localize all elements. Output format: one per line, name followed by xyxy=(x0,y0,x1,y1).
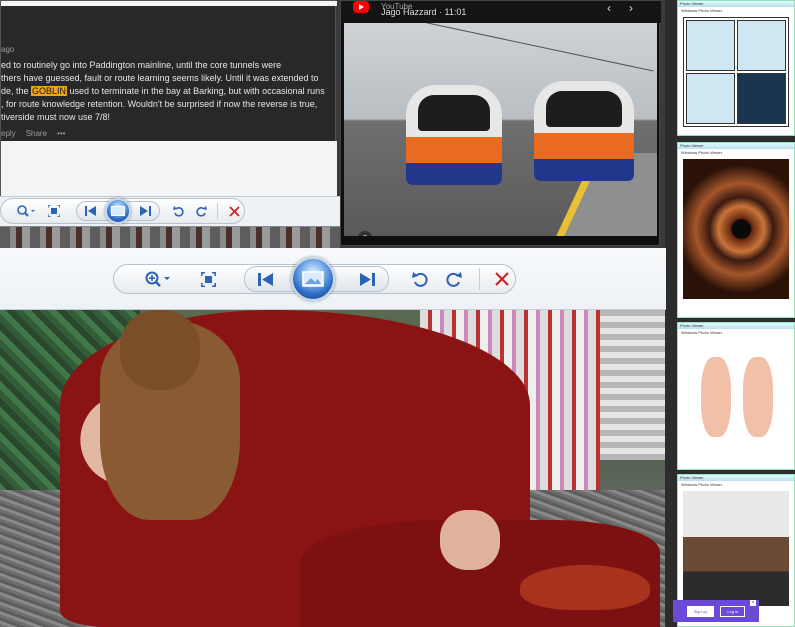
comment-text: ed to routinely go into Paddington mainl… xyxy=(1,59,331,124)
slideshow-icon[interactable] xyxy=(105,198,132,224)
comment-window-footer xyxy=(1,141,337,197)
overhead-wire xyxy=(347,23,654,72)
youtube-header: YouTube Jago Hazzard · 11:01 ‹› xyxy=(341,1,661,23)
video-frame[interactable]: ◎ xyxy=(344,23,657,236)
channel-name: Jago Hazzard xyxy=(381,7,437,17)
slideshow-icon[interactable] xyxy=(291,257,335,301)
channel-info: Jago Hazzard · 11:01 xyxy=(381,7,467,17)
next-arrow-icon[interactable]: › xyxy=(629,1,651,15)
bedroom-image xyxy=(683,491,789,606)
rotate-ccw-icon[interactable] xyxy=(168,199,190,223)
comment-line-4: , for route knowledge retention. Wouldn'… xyxy=(1,99,318,109)
thumbnail-comic[interactable]: Photo Viewer Windows Photo Viewer xyxy=(677,0,795,136)
main-photo xyxy=(0,310,665,627)
reply-button[interactable]: eply xyxy=(1,129,16,138)
train-right xyxy=(534,81,634,181)
thumbnail-caption: Windows Photo Viewer xyxy=(681,482,723,487)
youtube-window: YouTube Jago Hazzard · 11:01 ‹› ◎ xyxy=(340,0,661,246)
next-icon[interactable] xyxy=(135,202,155,220)
comment-actions: eply Share ••• xyxy=(1,129,65,138)
comment-line-3-start: de, the xyxy=(1,86,32,96)
comment-line-5: tiverside must now use 7/8! xyxy=(1,112,111,122)
close-icon[interactable]: × xyxy=(750,600,756,606)
navigation-group xyxy=(76,198,161,224)
desktop: Photo Viewer Windows Photo Viewer Photo … xyxy=(0,0,795,627)
dachshund-head xyxy=(120,310,200,390)
vortex-image xyxy=(683,159,789,299)
signup-button[interactable]: Sign up xyxy=(686,605,715,617)
camera-icon[interactable]: ◎ xyxy=(358,231,372,236)
login-button[interactable]: Log in xyxy=(720,605,746,617)
youtube-nav: ‹› xyxy=(607,1,651,15)
thumbnail-caption: Windows Photo Viewer xyxy=(681,8,723,13)
anatomy-image xyxy=(683,339,789,449)
hand xyxy=(440,510,500,570)
toolbar-separator xyxy=(479,268,480,290)
thumbnail-caption: Windows Photo Viewer xyxy=(681,330,723,335)
comment-line-2: thers have guessed, fault or route learn… xyxy=(1,73,319,83)
thumbnail-caption: Windows Photo Viewer xyxy=(681,150,723,155)
toolbar-separator xyxy=(217,203,219,219)
fit-window-icon[interactable] xyxy=(192,267,224,291)
fit-window-icon[interactable] xyxy=(42,199,66,223)
previous-icon[interactable] xyxy=(81,202,101,220)
previous-arrow-icon[interactable]: ‹ xyxy=(607,1,629,15)
share-button[interactable]: Share xyxy=(26,129,47,138)
signup-banner: Sign up Log in xyxy=(673,600,759,622)
more-options-icon[interactable]: ••• xyxy=(57,129,65,138)
comic-image xyxy=(683,17,789,127)
gift-box-2 xyxy=(600,310,665,460)
rotate-cw-icon[interactable] xyxy=(439,267,469,291)
rotate-cw-icon[interactable] xyxy=(190,199,212,223)
comment-line-3: de, the GOBLIN used to terminate in the … xyxy=(1,85,331,98)
zoom-icon[interactable] xyxy=(9,199,42,223)
rotate-ccw-icon[interactable] xyxy=(405,267,435,291)
comment-line-1: ed to routinely go into Paddington mainl… xyxy=(1,60,282,70)
window-top-strip xyxy=(1,1,337,6)
search-highlight: GOBLIN xyxy=(31,86,68,96)
next-icon[interactable] xyxy=(354,267,380,291)
delete-icon[interactable] xyxy=(224,199,244,223)
youtube-logo-icon xyxy=(353,1,369,13)
comment-window: ago ed to routinely go into Paddington m… xyxy=(0,0,337,197)
train-left xyxy=(406,85,502,185)
video-time: 11:01 xyxy=(444,7,467,17)
zoom-icon[interactable] xyxy=(138,267,178,291)
previous-icon[interactable] xyxy=(253,267,279,291)
thumbnail-vortex[interactable]: Photo Viewer Windows Photo Viewer xyxy=(677,142,795,318)
delete-icon[interactable] xyxy=(490,267,514,291)
red-shoe xyxy=(520,565,650,610)
thumbnail-anatomy[interactable]: Photo Viewer Windows Photo Viewer xyxy=(677,322,795,470)
small-viewer-photo xyxy=(0,226,340,248)
small-viewer-toolbar xyxy=(0,198,245,224)
comment-timestamp: ago xyxy=(1,45,15,54)
comment-line-3-end: used to terminate in the bay at Barking,… xyxy=(67,86,325,96)
